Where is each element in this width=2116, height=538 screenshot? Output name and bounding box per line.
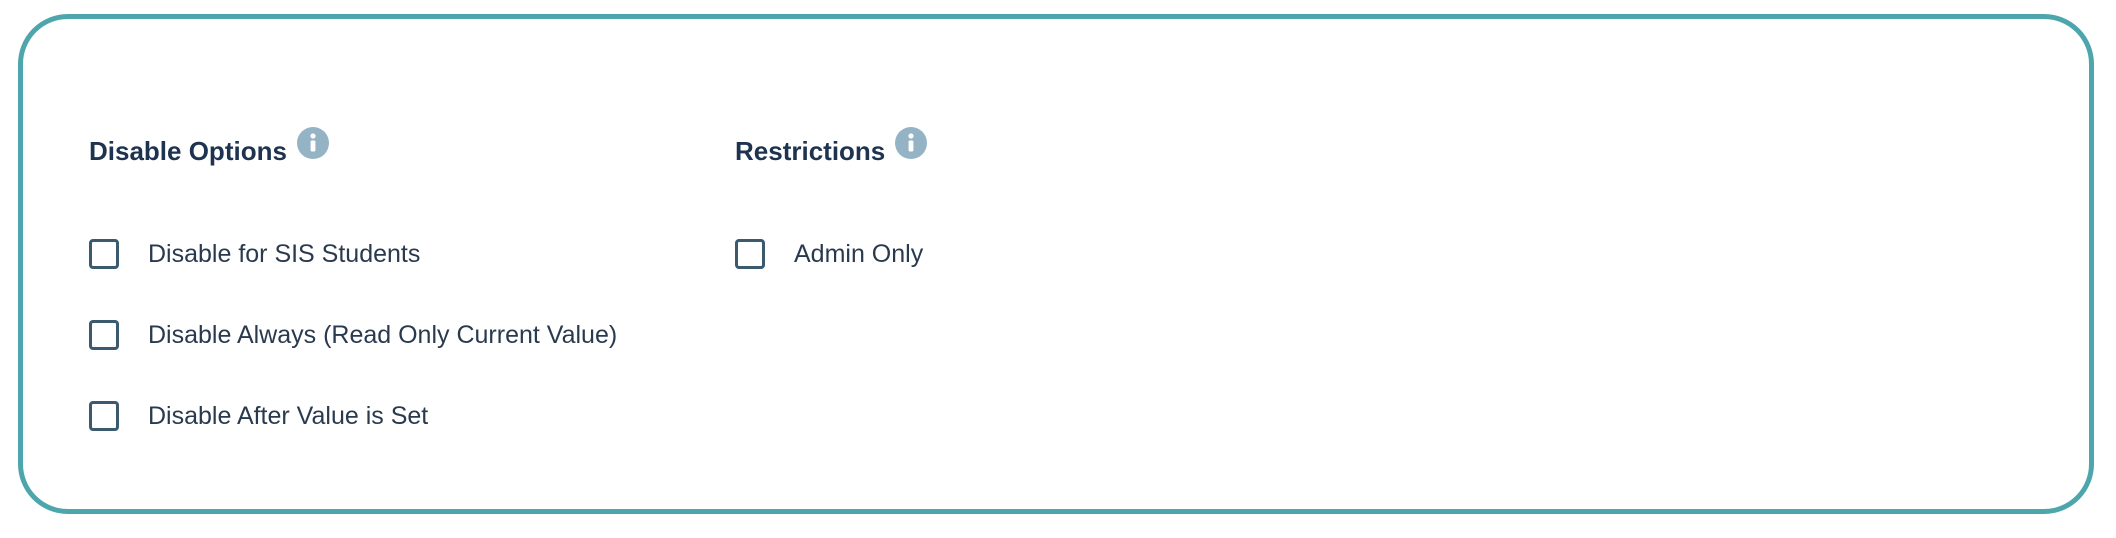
restrictions-heading: Restrictions: [735, 127, 928, 171]
checkbox-disable-after-value-set[interactable]: [89, 401, 119, 431]
checkbox-disable-for-sis-students[interactable]: [89, 239, 119, 269]
restrictions-title: Restrictions: [735, 136, 886, 166]
option-disable-after-value-set[interactable]: Disable After Value is Set: [89, 399, 428, 433]
info-icon[interactable]: [895, 127, 928, 159]
disable-options-heading: Disable Options: [89, 127, 329, 171]
option-admin-only[interactable]: Admin Only: [735, 237, 923, 271]
settings-panel: Disable Options Disable for SIS Students…: [18, 14, 2094, 514]
option-label: Admin Only: [794, 240, 924, 268]
checkbox-admin-only[interactable]: [735, 239, 765, 269]
disable-options-title: Disable Options: [89, 136, 287, 166]
option-disable-always[interactable]: Disable Always (Read Only Current Value): [89, 318, 617, 352]
option-label: Disable for SIS Students: [148, 240, 421, 268]
option-label: Disable After Value is Set: [148, 402, 429, 430]
info-icon[interactable]: [296, 127, 329, 159]
option-disable-for-sis-students[interactable]: Disable for SIS Students: [89, 237, 420, 271]
checkbox-disable-always[interactable]: [89, 320, 119, 350]
option-label: Disable Always (Read Only Current Value): [148, 321, 618, 349]
